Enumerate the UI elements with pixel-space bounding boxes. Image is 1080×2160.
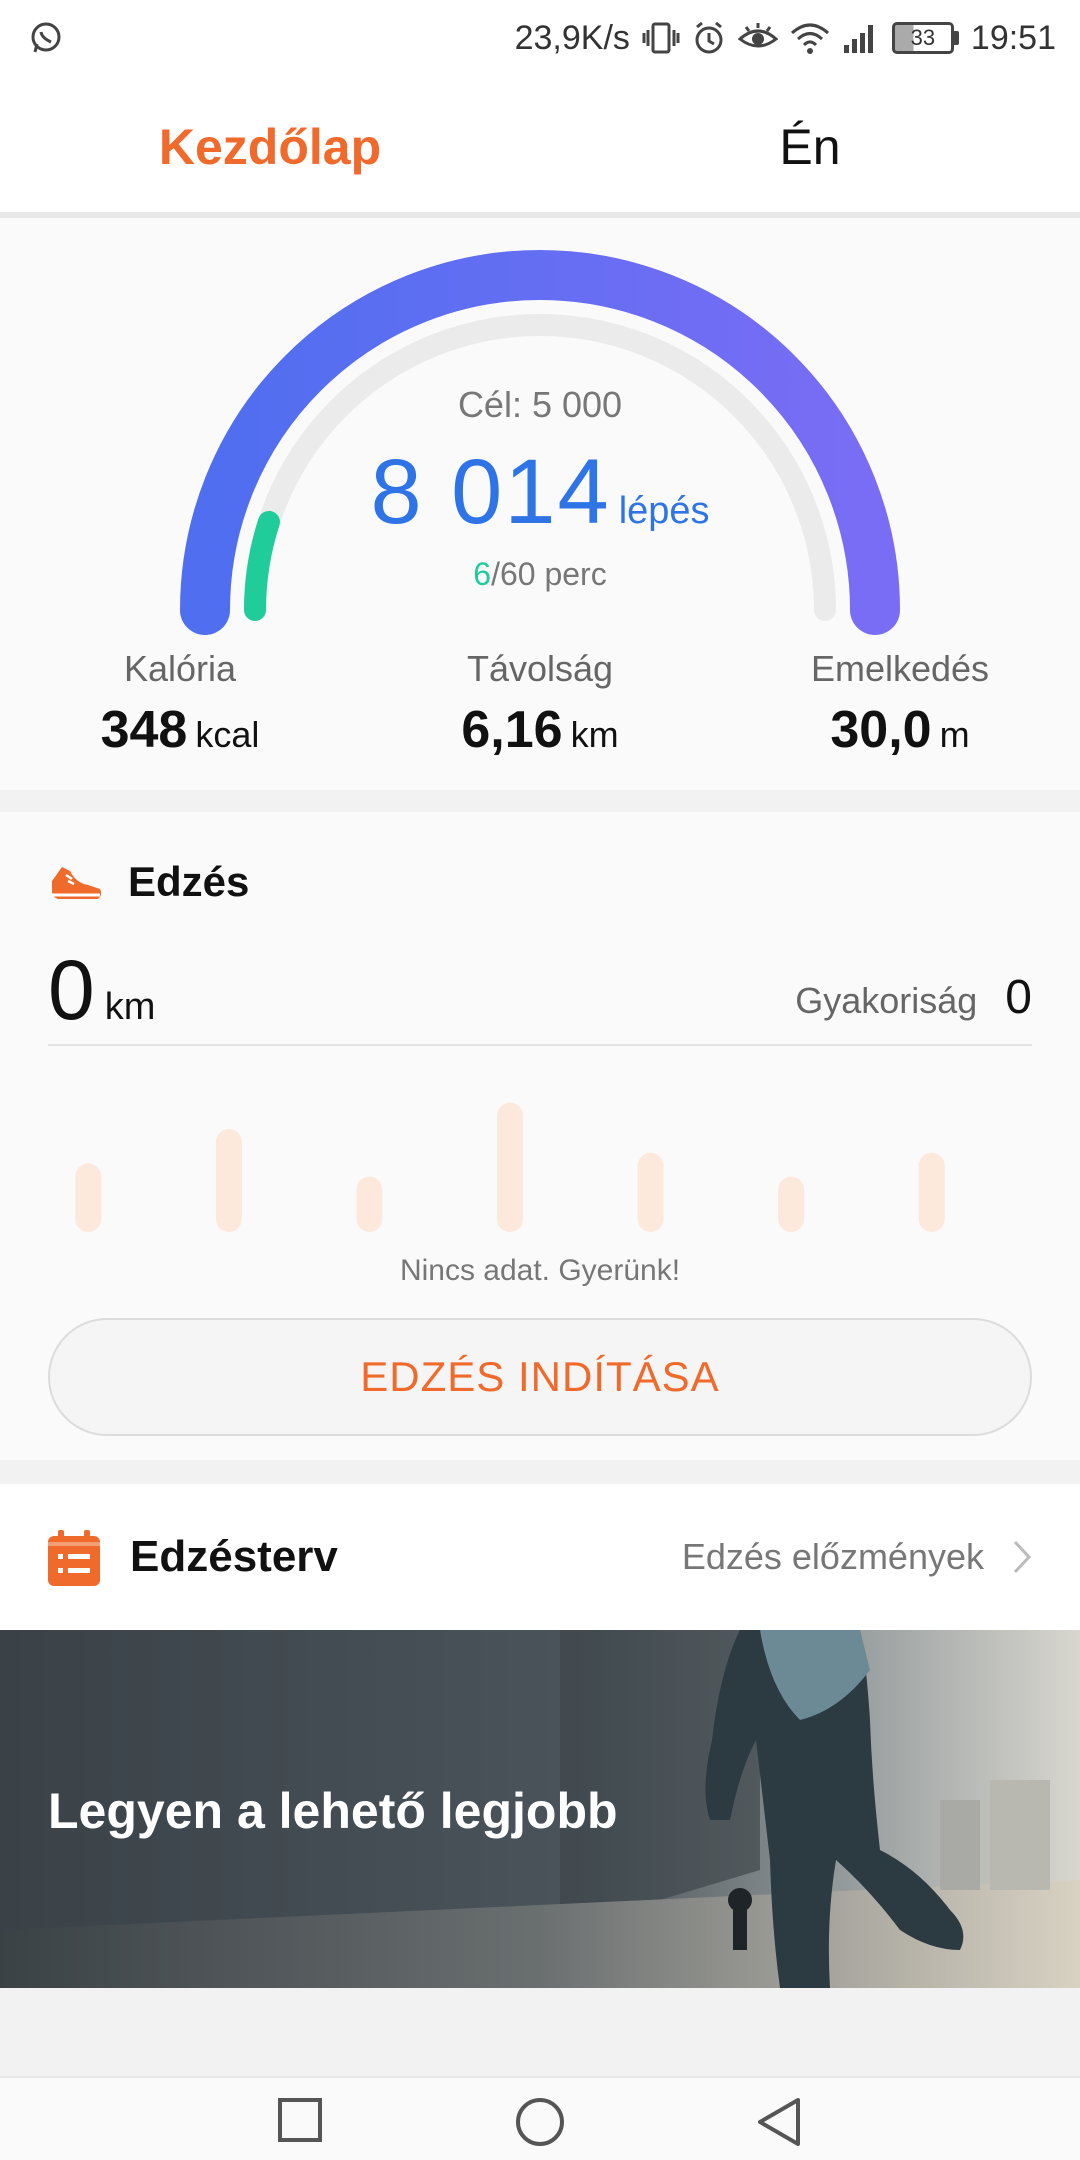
- banner-caption: Legyen a lehető legjobb: [48, 1783, 618, 1839]
- network-speed: 23,9K/s: [514, 18, 630, 57]
- metric-elevation: Emelkedés 30,0 m: [720, 648, 1080, 760]
- vibrate-icon: [642, 22, 680, 54]
- workout-history-label: Edzés előzmények: [681, 1536, 984, 1577]
- tab-me[interactable]: Én: [540, 76, 1080, 218]
- system-nav-bar: [0, 2076, 1080, 2160]
- metric-unit: m: [939, 714, 970, 755]
- plan-title: Edzésterv: [130, 1532, 338, 1581]
- workout-history-link[interactable]: Edzés előzmények: [682, 1536, 1032, 1578]
- workout-frequency: Gyakoriság 0: [795, 970, 1032, 1025]
- placeholder-bar: [215, 1129, 242, 1232]
- placeholder-bar: [918, 1152, 945, 1232]
- metric-label: Kalória: [123, 648, 237, 689]
- wifi-icon: [790, 23, 829, 54]
- recent-apps-icon[interactable]: [276, 2096, 324, 2144]
- metrics-row: Kalória 348 kcal Távolság 6,16 km Emelkedé…: [0, 648, 1080, 760]
- clock: 19:51: [970, 18, 1056, 57]
- placeholder-bar-chart: [75, 1102, 945, 1232]
- workout-card[interactable]: Edzés 0 km Gyakoriság 0 Nincs adat. Gyerü…: [0, 812, 1080, 1460]
- frequency-label: Gyakoriság: [795, 980, 978, 1021]
- eye-icon: [737, 23, 778, 48]
- motivation-banner[interactable]: Legyen a lehető legjobb: [0, 1630, 1080, 1988]
- workout-distance-unit: km: [104, 986, 156, 1028]
- workout-title: Edzés: [128, 858, 250, 905]
- tab-bar: Kezdőlap Én: [0, 76, 1080, 218]
- workout-plan-row[interactable]: Edzésterv Edzés előzmények: [0, 1484, 1080, 1630]
- plan-list-icon: [48, 1530, 100, 1586]
- step-count-value: 8 014: [370, 441, 611, 543]
- placeholder-bar: [356, 1176, 383, 1232]
- placeholder-bar: [75, 1163, 102, 1232]
- placeholder-bar: [778, 1176, 805, 1232]
- battery-level: 33: [891, 22, 954, 54]
- battery-icon: 33: [891, 22, 959, 54]
- step-count: 8 014 lépés: [0, 440, 1080, 545]
- status-bar: 23,9K/s 33 19:51: [0, 0, 1080, 76]
- metric-calories: Kalória 348 kcal: [0, 648, 360, 760]
- placeholder-bar: [497, 1102, 523, 1232]
- metric-unit: km: [570, 714, 619, 755]
- steps-goal: Cél: 5 000: [457, 384, 623, 425]
- home-icon[interactable]: [514, 2096, 566, 2148]
- active-minutes-value: 6: [473, 556, 492, 592]
- alarm-icon: [695, 21, 723, 54]
- metric-unit: kcal: [195, 714, 260, 755]
- signal-icon: [843, 25, 873, 53]
- whatsapp-icon: [31, 22, 61, 53]
- frequency-value: 0: [1005, 971, 1032, 1024]
- metric-value: 348: [100, 701, 188, 759]
- tab-home[interactable]: Kezdőlap: [0, 76, 540, 218]
- placeholder-bar: [637, 1152, 664, 1232]
- start-workout-button[interactable]: EDZÉS INDÍTÁSA: [48, 1318, 1032, 1436]
- metric-value: 6,16: [461, 701, 563, 759]
- step-count-unit: lépés: [618, 490, 710, 532]
- workout-distance-value: 0: [48, 943, 95, 1037]
- running-shoe-icon: [52, 867, 102, 899]
- no-data-message: Nincs adat. Gyerünk!: [399, 1254, 681, 1287]
- back-icon[interactable]: [754, 2096, 804, 2148]
- workout-distance: 0 km: [48, 942, 155, 1039]
- steps-card[interactable]: Cél: 5 000 8 014 lépés 6/60 perc Kalória …: [0, 218, 1080, 790]
- workout-header: Edzés: [48, 858, 249, 906]
- active-minutes: 6/60 perc: [0, 556, 1080, 593]
- metric-value: 30,0: [830, 701, 932, 759]
- active-minutes-total: /60 perc: [491, 556, 607, 592]
- workout-divider: [48, 1044, 1032, 1046]
- metric-label: Emelkedés: [810, 648, 990, 689]
- chevron-right-icon: [1013, 1540, 1032, 1574]
- metric-label: Távolság: [466, 648, 614, 689]
- metric-distance: Távolság 6,16 km: [360, 648, 720, 760]
